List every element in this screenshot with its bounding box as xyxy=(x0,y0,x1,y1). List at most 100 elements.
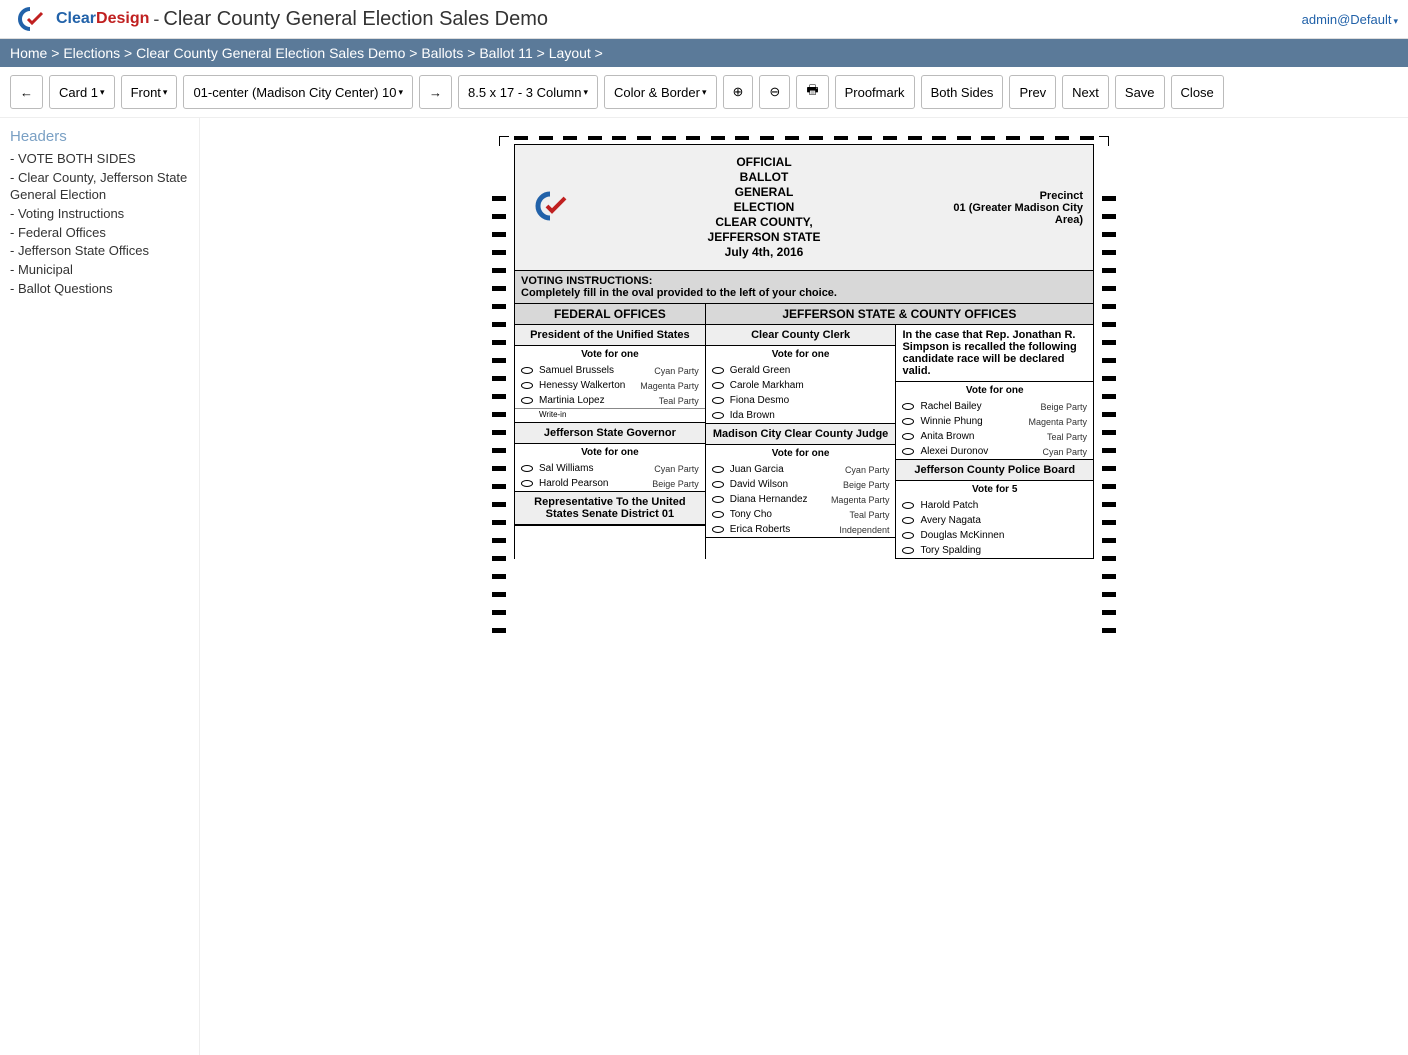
section-header-federal: FEDERAL OFFICES xyxy=(515,304,706,324)
print-icon: 🖶 xyxy=(806,81,818,103)
precinct-dropdown[interactable]: 01-center (Madison City Center) 10 xyxy=(183,75,413,109)
close-button[interactable]: Close xyxy=(1171,75,1224,109)
candidate-name: Harold Patch xyxy=(920,500,1087,511)
breadcrumb-item[interactable]: Clear County General Election Sales Demo xyxy=(136,45,405,61)
candidate-name: Douglas McKinnen xyxy=(920,530,1087,541)
sidebar-item[interactable]: - VOTE BOTH SIDES xyxy=(10,151,189,168)
oval-icon xyxy=(902,532,914,539)
candidate-row: Diana HernandezMagenta Party xyxy=(706,492,896,507)
user-menu[interactable]: admin@Default xyxy=(1302,12,1398,27)
oval-icon xyxy=(902,517,914,524)
candidate-row: Tory Spalding xyxy=(896,543,1093,558)
main-area: Headers - VOTE BOTH SIDES - Clear County… xyxy=(0,118,1408,1055)
candidate-row: Anita BrownTeal Party xyxy=(896,429,1093,444)
app-header: Clear Design - Clear County General Elec… xyxy=(0,0,1408,39)
candidate-row: Martinia LopezTeal Party xyxy=(515,393,705,408)
sidebar-item[interactable]: - Ballot Questions xyxy=(10,281,189,298)
contest-governor: Jefferson State Governor Vote for one Sa… xyxy=(515,423,705,492)
candidate-party: Cyan Party xyxy=(845,465,890,475)
forward-button[interactable]: → xyxy=(419,75,452,109)
breadcrumb-item[interactable]: Home xyxy=(10,45,47,61)
back-button[interactable]: ← xyxy=(10,75,43,109)
oval-icon xyxy=(902,448,914,455)
candidate-name: Alexei Duronov xyxy=(920,446,1042,457)
candidate-row: Winnie PhungMagenta Party xyxy=(896,414,1093,429)
candidate-row: Sal WilliamsCyan Party xyxy=(515,461,705,476)
zoom-out-button[interactable]: ⊖ xyxy=(759,75,790,109)
candidate-name: Tony Cho xyxy=(730,509,850,520)
timing-row xyxy=(514,136,1094,140)
candidate-party: Cyan Party xyxy=(1042,447,1087,457)
candidate-name: Martinia Lopez xyxy=(539,395,659,406)
crop-mark-icon xyxy=(1099,136,1109,146)
candidate-party: Cyan Party xyxy=(654,464,699,474)
candidate-name: Gerald Green xyxy=(730,365,890,376)
oval-icon xyxy=(902,433,914,440)
candidate-row: Ida Brown xyxy=(706,408,896,423)
paper-dropdown[interactable]: 8.5 x 17 - 3 Column xyxy=(458,75,598,109)
arrow-left-icon: ← xyxy=(20,85,33,100)
candidate-party: Beige Party xyxy=(843,480,890,490)
oval-icon xyxy=(712,511,724,518)
sidebar-title: Headers xyxy=(10,128,189,145)
ballot-canvas[interactable]: OFFICIAL BALLOT GENERAL ELECTION CLEAR C… xyxy=(200,118,1408,1055)
candidate-name: Henessy Walkerton xyxy=(539,380,640,391)
candidate-row: Fiona Desmo xyxy=(706,393,896,408)
sidebar-item[interactable]: - Voting Instructions xyxy=(10,206,189,223)
breadcrumb-item[interactable]: Layout xyxy=(549,45,591,61)
save-button[interactable]: Save xyxy=(1115,75,1165,109)
candidate-party: Independent xyxy=(839,525,889,535)
zoom-in-button[interactable]: ⊕ xyxy=(723,75,754,109)
prev-button[interactable]: Prev xyxy=(1009,75,1056,109)
oval-icon xyxy=(902,502,914,509)
candidate-name: Avery Nagata xyxy=(920,515,1087,526)
candidate-party: Magenta Party xyxy=(640,381,699,391)
section-headers: FEDERAL OFFICES JEFFERSON STATE & COUNTY… xyxy=(514,304,1094,325)
candidate-name: Rachel Bailey xyxy=(920,401,1040,412)
candidate-name: Harold Pearson xyxy=(539,478,652,489)
ballot-header: OFFICIAL BALLOT GENERAL ELECTION CLEAR C… xyxy=(514,144,1094,271)
candidate-party: Magenta Party xyxy=(1028,417,1087,427)
contest-clerk: Clear County Clerk Vote for one Gerald G… xyxy=(706,325,896,424)
contest-rep: Representative To the United States Sena… xyxy=(515,492,705,526)
zoom-in-icon: ⊕ xyxy=(733,84,744,100)
candidate-name: David Wilson xyxy=(730,479,843,490)
card-dropdown[interactable]: Card 1 xyxy=(49,75,115,109)
sidebar-item[interactable]: - Federal Offices xyxy=(10,225,189,242)
breadcrumb-item[interactable]: Ballot 11 xyxy=(479,45,532,61)
app-logo-icon xyxy=(10,6,50,32)
candidate-name: Winnie Phung xyxy=(920,416,1028,427)
timing-marks-left xyxy=(492,196,506,633)
side-dropdown[interactable]: Front xyxy=(121,75,178,109)
candidate-row: Gerald Green xyxy=(706,363,896,378)
candidate-row: Rachel BaileyBeige Party xyxy=(896,399,1093,414)
oval-icon xyxy=(521,397,533,404)
oval-icon xyxy=(712,397,724,404)
oval-icon xyxy=(902,547,914,554)
oval-icon xyxy=(521,367,533,374)
breadcrumb-item[interactable]: Elections xyxy=(63,45,120,61)
oval-icon xyxy=(521,480,533,487)
print-button[interactable]: 🖶 xyxy=(796,75,828,109)
candidate-row: David WilsonBeige Party xyxy=(706,477,896,492)
proofmark-button[interactable]: Proofmark xyxy=(835,75,915,109)
candidate-row: Harold PearsonBeige Party xyxy=(515,476,705,491)
candidate-row: Harold Patch xyxy=(896,498,1093,513)
candidate-row: Samuel BrusselsCyan Party xyxy=(515,363,705,378)
color-dropdown[interactable]: Color & Border xyxy=(604,75,717,109)
ballot-title: OFFICIAL BALLOT GENERAL ELECTION CLEAR C… xyxy=(595,155,933,260)
ballot-logo-icon xyxy=(525,190,595,225)
oval-icon xyxy=(712,412,724,419)
sidebar-item[interactable]: - Clear County, Jefferson State General … xyxy=(10,170,189,204)
sidebar-item[interactable]: - Municipal xyxy=(10,262,189,279)
page-title: Clear County General Election Sales Demo xyxy=(163,8,548,31)
candidate-party: Beige Party xyxy=(652,479,699,489)
candidate-name: Tory Spalding xyxy=(920,545,1087,556)
candidate-name: Juan Garcia xyxy=(730,464,845,475)
breadcrumb-item[interactable]: Ballots xyxy=(421,45,463,61)
next-button[interactable]: Next xyxy=(1062,75,1109,109)
ballot-preview: OFFICIAL BALLOT GENERAL ELECTION CLEAR C… xyxy=(514,136,1094,559)
sidebar-item[interactable]: - Jefferson State Offices xyxy=(10,243,189,260)
both-sides-button[interactable]: Both Sides xyxy=(921,75,1004,109)
brand-clear: Clear xyxy=(56,10,96,28)
